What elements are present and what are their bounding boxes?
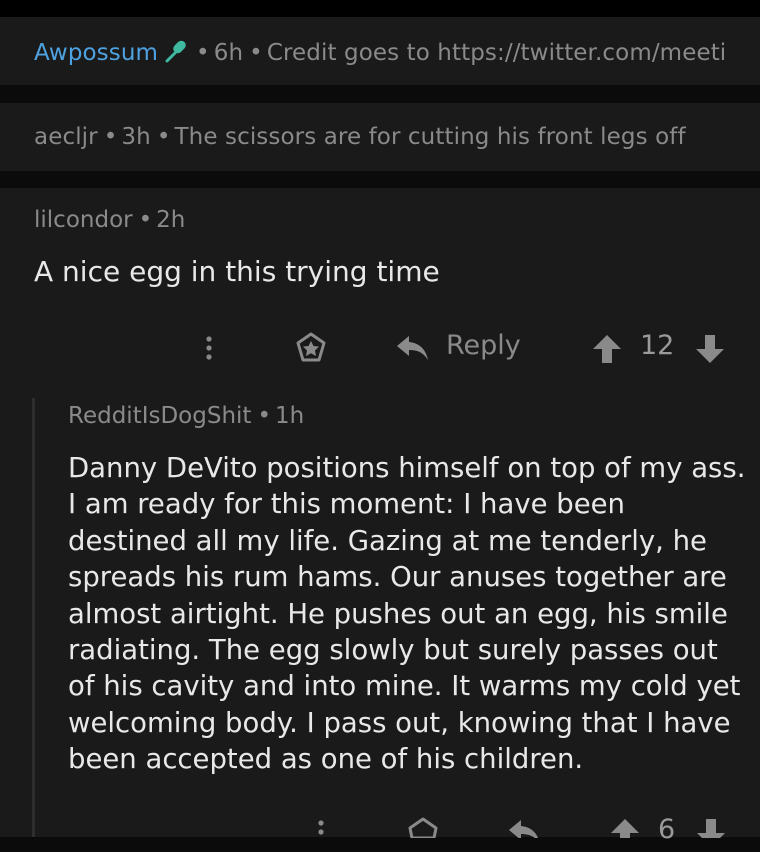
comment-meta-lilcondor: lilcondor • 2h	[34, 207, 185, 233]
downvote-arrow-icon[interactable]	[695, 334, 725, 368]
comment-body-lilcondor: A nice egg in this trying time	[34, 255, 440, 288]
separator-dot: •	[138, 207, 153, 233]
comment-header-aecljr: aecljr • 3h • The scissors are for cutting h…	[34, 124, 686, 150]
more-vertical-icon[interactable]	[310, 818, 332, 852]
vote-score: 6	[658, 814, 676, 845]
downvote-arrow-icon[interactable]	[696, 818, 726, 847]
upvote-arrow-icon[interactable]	[592, 334, 622, 368]
upvote-arrow-icon[interactable]	[610, 818, 640, 847]
comment-preview-text: The scissors are for cutting his front l…	[174, 124, 686, 150]
comment-time: 2h	[156, 207, 186, 233]
separator-dot: •	[156, 124, 171, 150]
separator-dot: •	[249, 40, 263, 66]
separator-dot: •	[257, 403, 272, 429]
comment-body-redditisdogshit: Danny DeVito positions himself on top of…	[68, 452, 746, 776]
comment-header-awpossum: Awpossum • 6h • Credit goes to https://twitt…	[34, 39, 726, 69]
microphone-icon	[164, 39, 190, 69]
thread-indent-line[interactable]	[32, 398, 35, 837]
username-awpossum[interactable]: Awpossum	[34, 40, 158, 66]
reply-button[interactable]: Reply	[446, 330, 521, 361]
comment-time: 1h	[275, 403, 305, 429]
top-status-bar	[0, 0, 760, 17]
separator-dot: •	[103, 124, 118, 150]
save-icon[interactable]	[294, 331, 328, 369]
reply-arrow-icon[interactable]	[396, 334, 430, 366]
save-icon[interactable]	[406, 816, 440, 842]
reply-arrow-icon[interactable]	[508, 818, 542, 844]
comment-time: 3h	[121, 124, 151, 150]
comment-divider	[0, 171, 760, 188]
username-redditisdogshit[interactable]: RedditIsDogShit	[68, 403, 251, 429]
separator-dot: •	[196, 40, 210, 66]
comment-divider	[0, 85, 760, 103]
vote-score: 12	[640, 330, 675, 361]
comment-meta-redditisdogshit: RedditIsDogShit • 1h	[68, 403, 304, 429]
username-aecljr[interactable]: aecljr	[34, 124, 98, 150]
username-lilcondor[interactable]: lilcondor	[34, 207, 133, 233]
more-vertical-icon[interactable]	[198, 334, 220, 368]
comment-preview-text: Credit goes to https://twitter.com/meeti	[266, 40, 727, 66]
comment-time: 6h	[213, 40, 244, 66]
